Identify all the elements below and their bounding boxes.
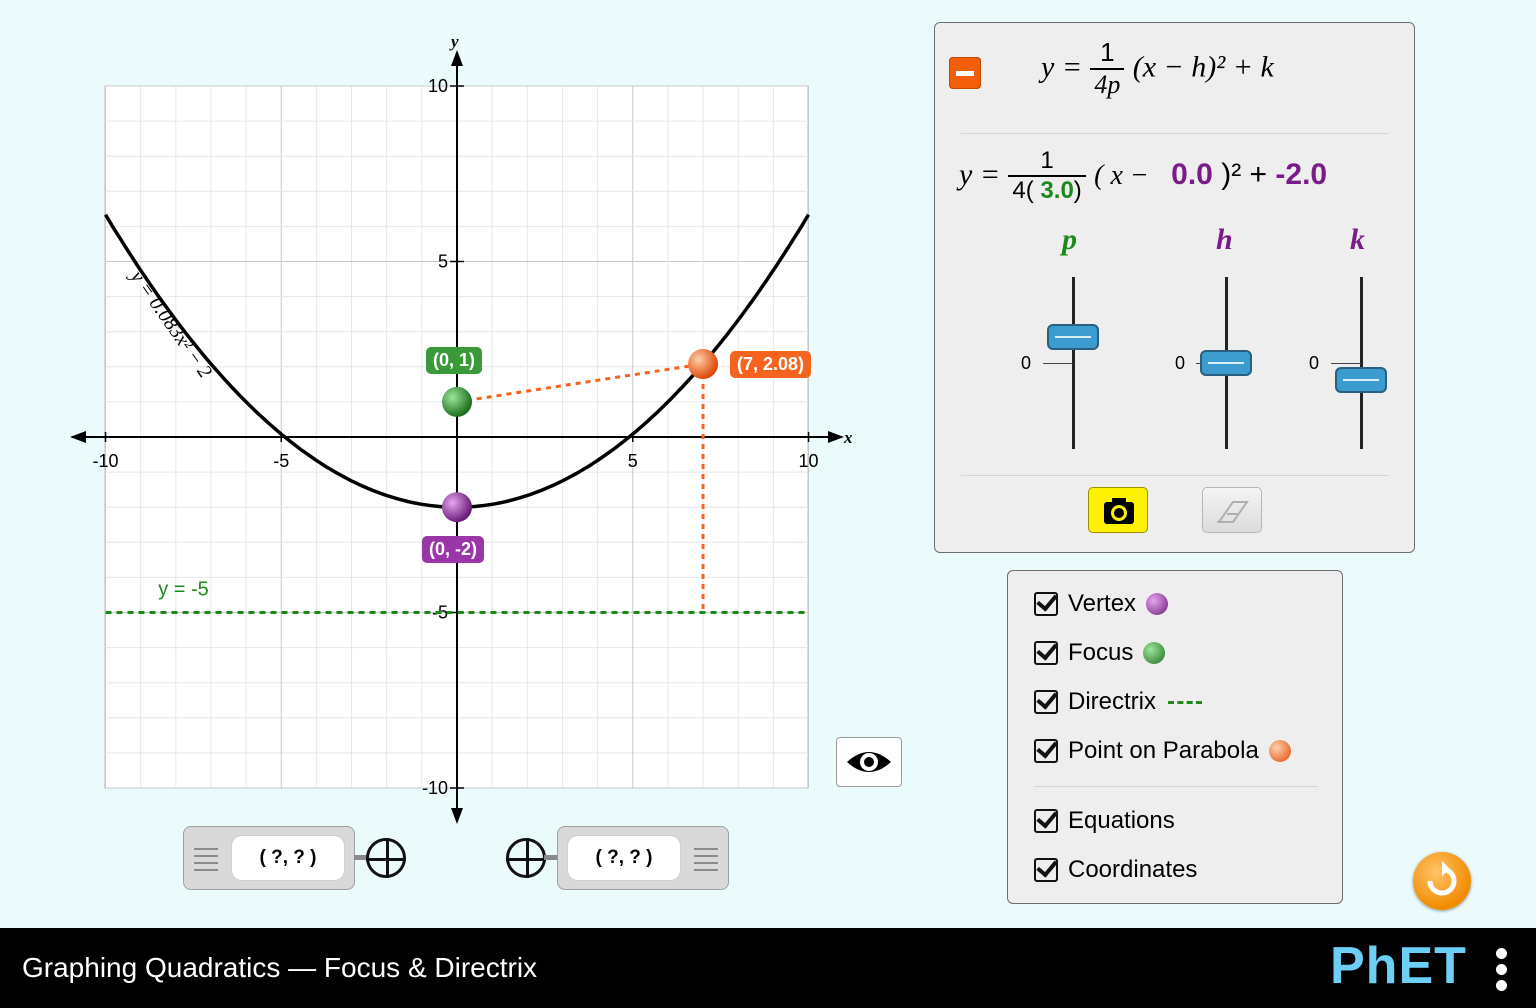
k-value: -2.0 (1275, 157, 1328, 191)
focus-coordinates: (0, 1) (426, 347, 483, 374)
probe-left-readout: ( ?, ? ) (232, 836, 344, 880)
directrix-line-icon (1168, 700, 1202, 704)
general-numerator: 1 (1100, 37, 1115, 67)
y-tick-label: 10 (428, 76, 448, 96)
checkbox-directrix-label: Directrix (1068, 688, 1156, 715)
checkbox-coordinates-box[interactable] (1034, 858, 1058, 882)
y-tick-label: 5 (438, 252, 448, 272)
checkbox-directrix[interactable]: Directrix (1034, 685, 1202, 719)
instance-fraction: 1 4( 3.0) (1008, 147, 1086, 205)
crosshair-icon[interactable] (506, 838, 546, 878)
checkbox-point[interactable]: Point on Parabola (1034, 734, 1291, 768)
separator (1034, 786, 1318, 787)
probe-right-connector (544, 855, 558, 860)
den-suffix: ) (1073, 177, 1082, 204)
general-denominator: 4p (1090, 68, 1125, 100)
x-tick-label: -5 (273, 451, 289, 471)
slider-zero-label-p: 0 (1021, 353, 1032, 373)
checkbox-coordinates[interactable]: Coordinates (1034, 853, 1197, 887)
x-tick-label: 5 (628, 451, 638, 471)
navigation-bar: Graphing Quadratics — Focus & Directrix … (0, 928, 1536, 1008)
point-coordinates: (7, 2.08) (730, 351, 812, 378)
grip-icon[interactable] (194, 843, 218, 873)
grip-icon[interactable] (694, 843, 718, 873)
reset-icon (1427, 861, 1457, 896)
general-rest: (x − h)² + k (1132, 50, 1274, 84)
instance-equation: y = 1 4( 3.0) ( x − 0.0 )² + -2.0 (959, 147, 1327, 205)
camera-icon (1104, 498, 1134, 524)
instance-close: )² + (1221, 157, 1268, 191)
general-equation: y = 1 4p (x − h)² + k (1041, 37, 1274, 100)
checkbox-directrix-box[interactable] (1034, 690, 1058, 714)
x-axis-label: x (843, 428, 853, 447)
separator (961, 475, 1389, 476)
checkbox-vertex-box[interactable] (1034, 592, 1058, 616)
focus-dot-icon (1143, 642, 1166, 664)
instance-denominator: 4( 3.0) (1008, 175, 1086, 205)
phet-logo[interactable]: PhET (1330, 936, 1467, 996)
x-tick-label: 10 (798, 451, 818, 471)
checkbox-equations-box[interactable] (1034, 809, 1058, 833)
vertex-dot-icon (1146, 593, 1169, 615)
x-tick-label: -10 (92, 451, 118, 471)
checkbox-point-box[interactable] (1034, 739, 1058, 763)
point-on-parabola[interactable] (688, 348, 719, 379)
vertex-point[interactable] (442, 492, 472, 523)
save-equation-button[interactable] (1088, 487, 1148, 533)
eye-toggle-button[interactable] (836, 737, 902, 787)
probe-right-readout: ( ?, ? ) (568, 836, 680, 880)
sim-title: Graphing Quadratics — Focus & Directrix (22, 952, 538, 983)
checkbox-point-label: Point on Parabola (1068, 737, 1259, 764)
checkbox-focus-box[interactable] (1034, 641, 1058, 665)
y-tick-label: -10 (422, 778, 448, 798)
checkbox-focus-label: Focus (1068, 639, 1134, 666)
slider-thumb-h[interactable] (1200, 350, 1252, 376)
slider-label-h: h (1216, 223, 1233, 256)
y-axis-label: y (449, 32, 459, 51)
erase-button[interactable] (1202, 487, 1262, 533)
slider-label-k: k (1350, 223, 1365, 256)
slider-zero-tick-p (1043, 363, 1073, 364)
vertex-coordinates: (0, -2) (422, 536, 485, 563)
checkbox-focus[interactable]: Focus (1034, 636, 1166, 670)
general-lhs: y = (1041, 50, 1083, 84)
probe-right[interactable]: ( ?, ? ) (557, 826, 729, 890)
instance-numerator: 1 (1040, 147, 1054, 174)
checkbox-equations[interactable]: Equations (1034, 804, 1175, 838)
reset-all-button[interactable] (1413, 852, 1471, 910)
slider-thumb-k[interactable] (1335, 367, 1387, 394)
point-dot-icon (1268, 740, 1291, 762)
h-value: 0.0 (1171, 157, 1213, 191)
focus-point[interactable] (442, 386, 472, 417)
checkbox-vertex-label: Vertex (1068, 590, 1137, 617)
checkbox-equations-label: Equations (1068, 807, 1175, 834)
instance-open: ( x − (1094, 159, 1149, 191)
den-prefix: 4( (1012, 177, 1034, 204)
eye-icon (847, 752, 891, 772)
checkbox-coordinates-label: Coordinates (1068, 856, 1198, 883)
directrix-label: y = -5 (158, 579, 209, 601)
slider-label-p: p (1062, 223, 1077, 256)
slider-zero-label-k: 0 (1309, 353, 1320, 373)
eraser-icon (1217, 501, 1249, 523)
p-value: 3.0 (1040, 177, 1074, 204)
probe-left[interactable]: ( ?, ? ) (183, 826, 355, 890)
menu-icon[interactable] (1496, 948, 1508, 994)
graph-area[interactable]: -10 -5 5 10105-5-10 x y y = -5 y = 0.083x² … (0, 0, 930, 900)
slider-thumb-p[interactable] (1047, 324, 1099, 351)
checkbox-vertex[interactable]: Vertex (1034, 587, 1169, 621)
crosshair-icon[interactable] (366, 838, 406, 878)
equation-panel: y = 1 4p (x − h)² + k y = 1 4( 3.0) ( x … (934, 22, 1415, 553)
separator (961, 133, 1389, 134)
slider-zero-tick-k (1331, 363, 1361, 364)
collapse-button[interactable] (949, 57, 981, 89)
general-fraction: 1 4p (1090, 37, 1125, 100)
instance-lhs: y = (959, 157, 1001, 191)
checkbox-panel: Vertex Focus Directrix Point on Parabola… (1007, 570, 1343, 904)
slider-zero-label-h: 0 (1175, 353, 1186, 373)
